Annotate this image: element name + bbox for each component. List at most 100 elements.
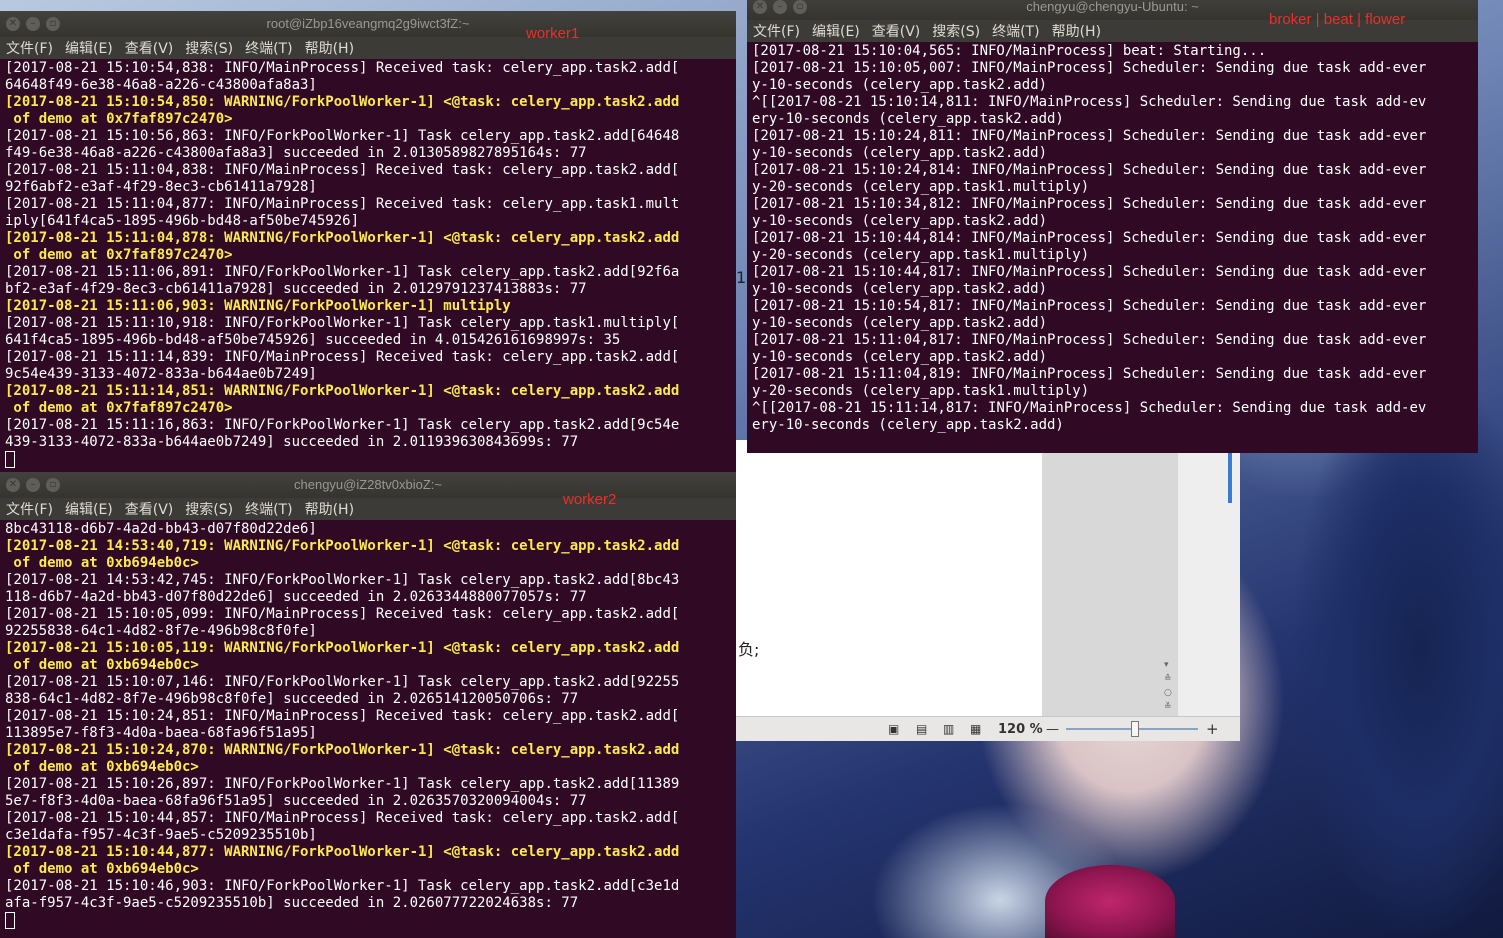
- log-line: iply[641f4ca5-1895-496b-bd48-af50be74592…: [5, 213, 360, 229]
- warning-log-line: of demo at 0xb694eb0c>: [5, 759, 199, 775]
- titlebar[interactable]: ✕ – ▫ chengyu@chengyu-Ubuntu: ~ broker |…: [747, 0, 1478, 28]
- menu-help[interactable]: 帮助(H): [305, 38, 354, 58]
- menu-terminal[interactable]: 终端(T): [245, 38, 292, 58]
- titlebar[interactable]: ✕ – ▫ root@iZbp16veangmq2g9iwct3fZ:~ wor…: [0, 11, 736, 42]
- warning-log-line: of demo at 0xb694eb0c>: [5, 657, 199, 673]
- menu-help[interactable]: 帮助(H): [1052, 21, 1101, 41]
- menu-search[interactable]: 搜索(S): [185, 499, 233, 519]
- log-line: [2017-08-21 15:10:05,007: INFO/MainProce…: [752, 60, 1427, 76]
- log-line: [2017-08-21 15:10:34,812: INFO/MainProce…: [752, 196, 1427, 212]
- view-icon-3[interactable]: ▥: [943, 722, 954, 736]
- annotation-label: worker2: [563, 491, 617, 508]
- log-line: [2017-08-21 15:11:10,918: INFO/ForkPoolW…: [5, 315, 680, 331]
- view-icon-1[interactable]: ▣: [888, 722, 899, 736]
- menu-file[interactable]: 文件(F): [6, 499, 53, 519]
- log-line: [2017-08-21 15:11:04,838: INFO/MainProce…: [5, 162, 680, 178]
- menu-edit[interactable]: 编辑(E): [812, 21, 860, 41]
- warning-log-line: [2017-08-21 15:11:14,851: WARNING/ForkPo…: [5, 383, 680, 399]
- doc-fragment-text: 负;: [738, 640, 760, 659]
- terminal-output[interactable]: 8bc43118-d6b7-4a2d-bb43-d07f80d22de6] [20…: [0, 520, 736, 931]
- terminal-output[interactable]: [2017-08-21 15:10:54,838: INFO/MainProce…: [0, 59, 736, 470]
- log-line: 439-3133-4072-833a-b644ae0b7249] succeed…: [5, 434, 579, 450]
- menubar: 文件(F) 编辑(E) 查看(V) 搜索(S) 终端(T) 帮助(H): [0, 498, 736, 520]
- log-line: y-10-seconds (celery_app.task2.add): [752, 315, 1048, 331]
- menu-terminal[interactable]: 终端(T): [992, 21, 1039, 41]
- log-line: y-20-seconds (celery_app.task1.multiply): [752, 247, 1090, 263]
- document-page[interactable]: 1 负;: [736, 268, 1042, 716]
- scroll-arrows[interactable]: ▾ ≙ ○ ≚: [1164, 658, 1174, 714]
- menu-search[interactable]: 搜索(S): [185, 38, 233, 58]
- log-line: ery-10-seconds (celery_app.task2.add): [752, 111, 1064, 127]
- log-line: [2017-08-21 15:10:46,903: INFO/ForkPoolW…: [5, 878, 680, 894]
- log-line: 118-d6b7-4a2d-bb43-d07f80d22de6] succeed…: [5, 589, 587, 605]
- annotation-label: worker1: [526, 25, 580, 42]
- warning-log-line: of demo at 0x7faf897c2470>: [5, 400, 233, 416]
- terminal-beat[interactable]: ✕ – ▫ chengyu@chengyu-Ubuntu: ~ broker |…: [747, 0, 1478, 453]
- log-line: y-10-seconds (celery_app.task2.add): [752, 77, 1048, 93]
- window-title: root@iZbp16veangmq2g9iwct3fZ:~: [266, 16, 470, 31]
- view-icon-2[interactable]: ▤: [916, 722, 927, 736]
- zoom-level: 120 %: [998, 721, 1043, 737]
- text-cursor: [5, 912, 15, 929]
- log-line: y-20-seconds (celery_app.task1.multiply): [752, 383, 1090, 399]
- log-line: [2017-08-21 15:10:44,814: INFO/MainProce…: [752, 230, 1427, 246]
- log-line: [2017-08-21 15:10:05,099: INFO/MainProce…: [5, 606, 680, 622]
- warning-log-line: of demo at 0xb694eb0c>: [5, 861, 199, 877]
- warning-log-line: [2017-08-21 15:10:44,877: WARNING/ForkPo…: [5, 844, 680, 860]
- doc-fragment: 1: [736, 268, 747, 287]
- log-line: [2017-08-21 15:10:26,897: INFO/ForkPoolW…: [5, 776, 680, 792]
- menu-file[interactable]: 文件(F): [6, 38, 53, 58]
- menu-file[interactable]: 文件(F): [753, 21, 800, 41]
- log-line: 8bc43118-d6b7-4a2d-bb43-d07f80d22de6]: [5, 521, 317, 537]
- log-line: c3e1dafa-f957-4c3f-9ae5-c5209235510b]: [5, 827, 317, 843]
- document-window[interactable]: 1 负; ▾ ≙ ○ ≚ ▣ ▤ ▥ ▦ 120 % — +: [736, 268, 1240, 741]
- view-icon-4[interactable]: ▦: [970, 722, 981, 736]
- document-statusbar: ▣ ▤ ▥ ▦ 120 % — +: [736, 716, 1240, 741]
- menu-view[interactable]: 查看(V): [125, 499, 174, 519]
- terminal-output[interactable]: [2017-08-21 15:10:04,565: INFO/MainProce…: [747, 42, 1478, 434]
- log-line: ^[[2017-08-21 15:10:14,811: INFO/MainPro…: [752, 94, 1427, 110]
- prompt-line: [5, 451, 732, 470]
- log-line: [2017-08-21 15:10:44,857: INFO/MainProce…: [5, 810, 680, 826]
- log-line: [2017-08-21 15:10:07,146: INFO/ForkPoolW…: [5, 674, 680, 690]
- menu-edit[interactable]: 编辑(E): [65, 499, 113, 519]
- log-line: afa-f957-4c3f-9ae5-c5209235510b] succeed…: [5, 895, 579, 911]
- warning-log-line: [2017-08-21 15:11:06,903: WARNING/ForkPo…: [5, 298, 511, 314]
- log-line: y-20-seconds (celery_app.task1.multiply): [752, 179, 1090, 195]
- log-line: [2017-08-21 15:10:56,863: INFO/ForkPoolW…: [5, 128, 680, 144]
- menu-help[interactable]: 帮助(H): [305, 499, 354, 519]
- log-line: [2017-08-21 15:11:16,863: INFO/ForkPoolW…: [5, 417, 680, 433]
- log-line: y-10-seconds (celery_app.task2.add): [752, 349, 1048, 365]
- titlebar[interactable]: ✕ – ▫ chengyu@iZ28tv0xbioZ:~ worker2: [0, 472, 736, 508]
- log-line: [2017-08-21 15:10:54,817: INFO/MainProce…: [752, 298, 1427, 314]
- menubar: 文件(F) 编辑(E) 查看(V) 搜索(S) 终端(T) 帮助(H): [0, 37, 736, 59]
- terminal-worker2[interactable]: ✕ – ▫ chengyu@iZ28tv0xbioZ:~ worker2 文件(…: [0, 472, 736, 938]
- menu-edit[interactable]: 编辑(E): [65, 38, 113, 58]
- warning-log-line: [2017-08-21 15:10:54,850: WARNING/ForkPo…: [5, 94, 680, 110]
- menu-view[interactable]: 查看(V): [872, 21, 921, 41]
- log-line: 5e7-f8f3-4d0a-baea-68fa96f51a95] succeed…: [5, 793, 587, 809]
- document-scrollbar[interactable]: [1228, 448, 1232, 503]
- zoom-out-button[interactable]: —: [1046, 722, 1059, 737]
- log-line: y-10-seconds (celery_app.task2.add): [752, 145, 1048, 161]
- log-line: 113895e7-f8f3-4d0a-baea-68fa96f51a95]: [5, 725, 317, 741]
- log-line: [2017-08-21 15:11:04,817: INFO/MainProce…: [752, 332, 1427, 348]
- menu-search[interactable]: 搜索(S): [932, 21, 980, 41]
- log-line: [2017-08-21 15:11:04,819: INFO/MainProce…: [752, 366, 1427, 382]
- window-title: chengyu@iZ28tv0xbioZ:~: [294, 477, 442, 492]
- menu-terminal[interactable]: 终端(T): [245, 499, 292, 519]
- log-line: [2017-08-21 14:53:42,745: INFO/ForkPoolW…: [5, 572, 680, 588]
- prompt-line: [5, 912, 732, 931]
- text-cursor: [5, 451, 15, 468]
- log-line: [2017-08-21 15:11:14,839: INFO/MainProce…: [5, 349, 680, 365]
- log-line: 92f6abf2-e3af-4f29-8ec3-cb61411a7928]: [5, 179, 317, 195]
- zoom-in-button[interactable]: +: [1206, 720, 1219, 738]
- terminal-worker1[interactable]: ✕ – ▫ root@iZbp16veangmq2g9iwct3fZ:~ wor…: [0, 11, 736, 472]
- zoom-slider-thumb[interactable]: [1131, 721, 1139, 737]
- log-line: [2017-08-21 15:11:06,891: INFO/ForkPoolW…: [5, 264, 680, 280]
- log-line: 838-64c1-4d82-8f7e-496b98c8f0fe] succeed…: [5, 691, 579, 707]
- warning-log-line: [2017-08-21 15:11:04,878: WARNING/ForkPo…: [5, 230, 680, 246]
- menu-view[interactable]: 查看(V): [125, 38, 174, 58]
- log-line: f49-6e38-46a8-a226-c43800afa8a3] succeed…: [5, 145, 587, 161]
- warning-log-line: [2017-08-21 15:10:05,119: WARNING/ForkPo…: [5, 640, 680, 656]
